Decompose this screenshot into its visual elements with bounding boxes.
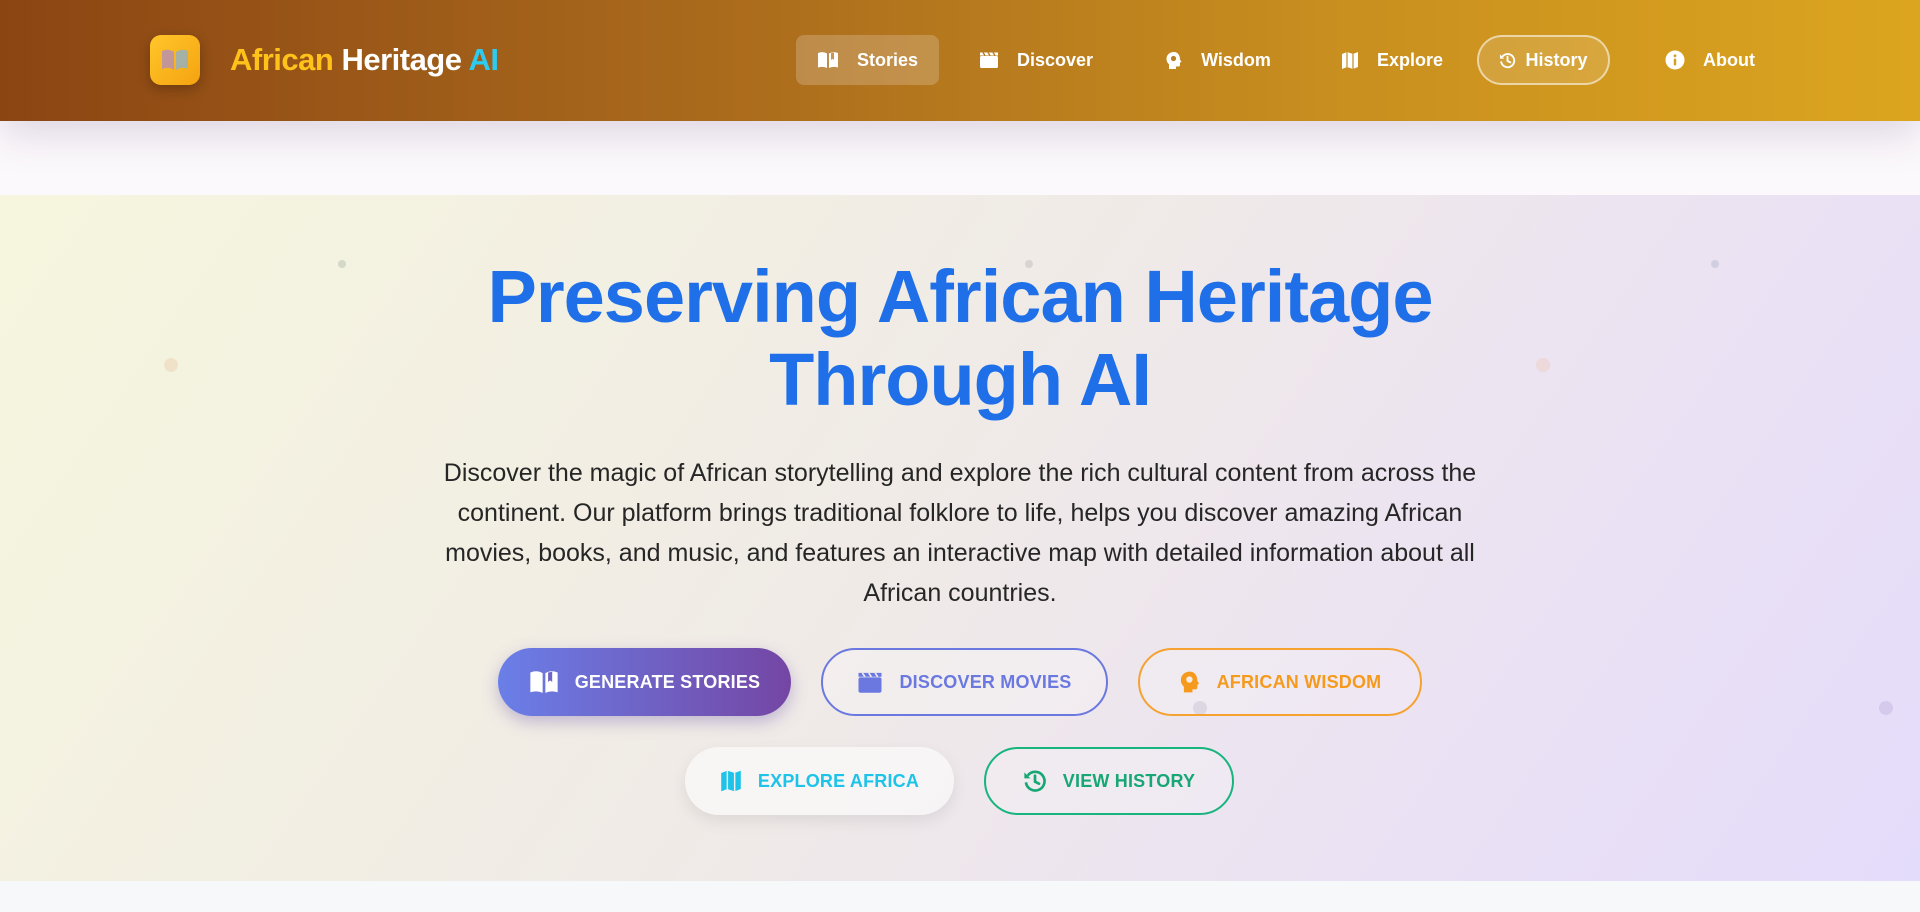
brand-logo-icon <box>150 35 200 85</box>
map-icon <box>1341 51 1358 69</box>
hero-title-line1: Preserving African Heritage <box>487 255 1434 338</box>
button-label: DISCOVER MOVIES <box>899 671 1072 692</box>
history-icon <box>1024 770 1046 792</box>
nav-explore[interactable]: Explore <box>1320 35 1464 85</box>
decorative-dot <box>1879 701 1893 715</box>
clapperboard-icon <box>858 671 882 693</box>
head-lightbulb-icon <box>1180 671 1199 693</box>
nav-label: Discover <box>1016 49 1094 70</box>
hero-section: Preserving African Heritage Through AI D… <box>0 195 1920 881</box>
brand-word-heritage: Heritage <box>341 42 462 77</box>
button-label: EXPLORE AFRICA <box>757 770 920 791</box>
brand-word-ai: AI <box>468 42 499 77</box>
nav-label: About <box>1703 49 1755 70</box>
nav-stories[interactable]: Stories <box>796 35 939 85</box>
button-label: GENERATE STORIES <box>574 671 761 692</box>
nav-history[interactable]: History <box>1477 35 1610 85</box>
nav-discover[interactable]: Discover <box>964 35 1108 85</box>
head-lightbulb-icon <box>1166 51 1182 69</box>
hero-description: Discover the magic of African storytelli… <box>443 459 1477 607</box>
info-circle-icon <box>1665 50 1685 70</box>
header-spacer <box>0 121 1920 195</box>
nav-wisdom[interactable]: Wisdom <box>1148 35 1288 85</box>
brand-title: African Heritage AI <box>230 42 499 78</box>
nav-label: Wisdom <box>1201 49 1271 70</box>
hero-title-line2: Through AI <box>769 338 1152 421</box>
generate-stories-button[interactable]: GENERATE STORIES <box>498 648 791 716</box>
discover-movies-button[interactable]: DISCOVER MOVIES <box>821 648 1108 716</box>
brand[interactable]: African Heritage AI <box>150 35 499 85</box>
explore-africa-button[interactable]: EXPLORE AFRICA <box>685 747 954 815</box>
view-history-button[interactable]: VIEW HISTORY <box>984 747 1234 815</box>
nav-label: Explore <box>1376 49 1444 70</box>
map-icon <box>721 770 741 792</box>
brand-word-african: African <box>230 42 334 77</box>
button-label: VIEW HISTORY <box>1062 770 1196 791</box>
nav-label: History <box>1525 49 1588 70</box>
history-icon <box>1500 52 1516 68</box>
hero-title: Preserving African Heritage Through AI <box>0 255 1920 421</box>
clapperboard-icon <box>979 52 998 68</box>
book-open-icon <box>530 671 558 693</box>
navbar: African Heritage AI Stories Discover Wis… <box>0 0 1920 121</box>
nav-label: Stories <box>856 49 919 70</box>
african-wisdom-button[interactable]: AFRICAN WISDOM <box>1138 648 1422 716</box>
book-open-icon <box>817 52 838 68</box>
nav-about[interactable]: About <box>1640 35 1780 85</box>
button-label: AFRICAN WISDOM <box>1216 671 1382 692</box>
